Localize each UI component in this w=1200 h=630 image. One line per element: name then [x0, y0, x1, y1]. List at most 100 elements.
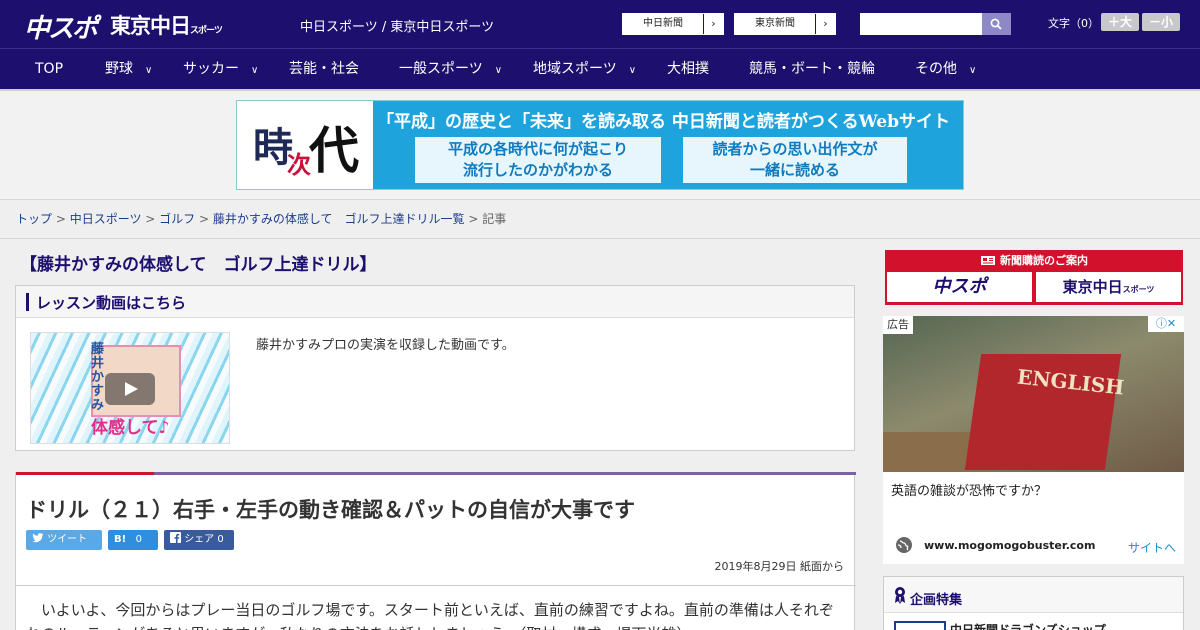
nav-item-baseball[interactable]: 野球 ∨ [105, 49, 152, 90]
page-title: 【藤井かすみの体感して ゴルフ上達ドリル】 [20, 255, 377, 275]
facebook-share-button[interactable]: シェア 0 [164, 530, 234, 550]
search-icon [990, 18, 1002, 30]
thumbnail-caption: 体感して♪ [91, 418, 170, 438]
site-header: 中スポ 東京中日スポーツ 中日スポーツ / 東京中日スポーツ 中日新聞 › 東京… [0, 0, 1200, 48]
video-thumbnail[interactable]: 藤井かすみ 体感して♪ [30, 332, 230, 444]
chevron-down-icon: ∨ [145, 65, 153, 76]
banner-box-1: 平成の各時代に何が起こり 流行したのかがわかる [415, 137, 661, 183]
play-icon[interactable] [105, 373, 155, 405]
chunichi-sports-logo[interactable]: 中スポ [24, 8, 98, 44]
ad-choices-icon[interactable]: ⓘ✕ [1148, 316, 1184, 332]
share-count: 0 [217, 534, 224, 545]
subscription-banner[interactable]: 新聞購読のご案内 中スポ 東京中日スポーツ [885, 250, 1183, 305]
nav-item-other[interactable]: その他 ∨ [915, 49, 976, 90]
tweet-button[interactable]: ツイート [26, 530, 102, 550]
banner-box-2: 読者からの思い出作文が 一緒に読める [683, 137, 907, 183]
search-button[interactable] [982, 13, 1011, 35]
breadcrumb-chunichi-sports[interactable]: 中日スポーツ [70, 212, 142, 226]
video-description: 藤井かすみプロの実演を収録した動画です。 [256, 338, 515, 353]
logo-tokyo-text: 東京中日 [110, 14, 191, 38]
nav-item-soccer[interactable]: サッカー ∨ [183, 49, 258, 90]
breadcrumb-sep: > [141, 212, 160, 226]
nav-item-keiba[interactable]: 競馬・ボート・競輪 [749, 49, 875, 90]
banner-headline: 「平成」の歴史と「未来」を読み取る 中日新聞と読者がつくるWebサイト [377, 112, 950, 132]
nav-item-top[interactable]: TOP [35, 49, 63, 90]
chevron-down-icon: ∨ [251, 65, 259, 76]
logo-tokyo-small: スポーツ [190, 26, 223, 36]
subscribe-logo-2-small: スポーツ [1122, 285, 1155, 294]
ad-site-link[interactable]: サイトへ [1128, 539, 1176, 556]
banner-box-line: 流行したのかがわかる [462, 161, 613, 179]
breadcrumb-drill-list[interactable]: 藤井かすみの体感して ゴルフ上達ドリル一覧 [213, 212, 465, 226]
tokyo-shimbun-link[interactable]: 東京新聞 › [734, 13, 836, 35]
breadcrumb-top[interactable]: トップ [16, 212, 52, 226]
newspaper-icon [981, 256, 995, 265]
chevron-right-icon: › [815, 14, 835, 34]
heading-accent-bar [26, 293, 29, 311]
ribbon-icon [895, 587, 905, 604]
article-top-bar-accent [16, 472, 154, 475]
ext-link-label: 東京新聞 [755, 18, 795, 29]
breadcrumb: トップ > 中日スポーツ > ゴルフ > 藤井かすみの体感して ゴルフ上達ドリル… [16, 210, 506, 227]
nav-label: TOP [35, 61, 64, 77]
banner-box-line: 平成の各時代に何が起こり [447, 140, 628, 158]
breadcrumb-golf[interactable]: ゴルフ [159, 212, 195, 226]
special-features-title: 企画特集 [910, 593, 963, 608]
chunichi-shimbun-link[interactable]: 中日新聞 › [622, 13, 724, 35]
subscription-title: 新聞購読のご案内 [885, 252, 1183, 268]
share-label: シェア [184, 534, 215, 545]
facebook-icon [170, 532, 181, 543]
special-feature-thumb[interactable] [894, 621, 946, 630]
search-input[interactable] [860, 13, 982, 35]
font-size-label: 文字（0） [1048, 17, 1099, 30]
hatena-count: 0 [135, 534, 143, 545]
banner-box-line: 読者からの思い出作文が [712, 140, 878, 158]
breadcrumb-sep: > [464, 212, 483, 226]
breadcrumb-sep: > [52, 212, 70, 226]
chevron-down-icon: ∨ [494, 65, 503, 76]
tweet-label: ツイート [47, 534, 88, 545]
heisei-banner-ad[interactable]: 時 次 代 「平成」の歴史と「未来」を読み取る 中日新聞と読者がつくるWebサイ… [236, 100, 964, 190]
nav-label: 競馬・ボート・競輪 [749, 61, 875, 77]
chevron-right-icon: › [703, 14, 723, 34]
chevron-down-icon: ∨ [969, 65, 977, 76]
lesson-video-heading: レッスン動画はこちら [36, 294, 187, 312]
subscribe-tokyo-chunichi-sports[interactable]: 東京中日スポーツ [1036, 272, 1181, 302]
nav-label: 地域スポーツ [533, 61, 617, 77]
lesson-video-header: レッスン動画はこちら [16, 286, 854, 318]
breadcrumb-divider [0, 238, 1200, 239]
font-smaller-button[interactable]: －小 [1142, 13, 1180, 31]
nav-item-sumo[interactable]: 大相撲 [667, 49, 709, 90]
nav-item-entertainment[interactable]: 芸能・社会 [289, 49, 359, 90]
special-features-box: 企画特集 中日新聞ドラゴンズショップ [883, 576, 1184, 630]
banner-logo: 時 次 代 [237, 101, 373, 189]
ad-label: 広告 [883, 316, 913, 334]
breadcrumb-sep: > [195, 212, 213, 226]
article-date: 2019年8月29日 紙面から [714, 560, 845, 573]
nav-label: 大相撲 [667, 61, 709, 77]
hatena-bookmark-button[interactable]: B! 0 [108, 530, 158, 550]
banner-kanji-2: 次 [287, 150, 311, 179]
breadcrumb-current: 記事 [482, 212, 507, 226]
sidebar-ad[interactable]: ENGLISH 広告 ⓘ✕ 英語の雑談が恐怖ですか？ www.mogomogob… [883, 316, 1184, 564]
nav-label: 野球 [105, 61, 133, 77]
subscription-title-text: 新聞購読のご案内 [1000, 254, 1088, 267]
ext-link-label: 中日新聞 [643, 18, 683, 29]
nav-label: 芸能・社会 [289, 61, 359, 77]
nav-item-general-sports[interactable]: 一般スポーツ ∨ [399, 49, 502, 90]
ad-text[interactable]: 英語の雑談が恐怖ですか？ [891, 480, 1047, 499]
nav-item-local-sports[interactable]: 地域スポーツ ∨ [533, 49, 636, 90]
article-body: いよいよ、今回からはプレー当日のゴルフ場です。スタート前といえば、直前の練習です… [26, 601, 834, 630]
ad-domain: www.mogomogobuster.com [924, 539, 1096, 552]
article-title: ドリル（２１）右手・左手の動き確認＆パットの自信が大事です [26, 498, 635, 522]
ad-image: ENGLISH [883, 316, 1184, 472]
nav-label: 一般スポーツ [399, 61, 483, 77]
article-top-bar [16, 472, 856, 475]
globe-icon [896, 537, 912, 553]
tokyo-chunichi-sports-logo[interactable]: 東京中日スポーツ [110, 10, 223, 42]
article-divider [16, 585, 856, 586]
lesson-video-box: レッスン動画はこちら 藤井かすみ 体感して♪ 藤井かすみプロの実演を収録した動画… [15, 285, 855, 451]
subscribe-chunichi-sports[interactable]: 中スポ [887, 272, 1032, 302]
special-feature-item[interactable]: 中日新聞ドラゴンズショップ [950, 621, 1106, 630]
font-larger-button[interactable]: ＋大 [1101, 13, 1139, 31]
